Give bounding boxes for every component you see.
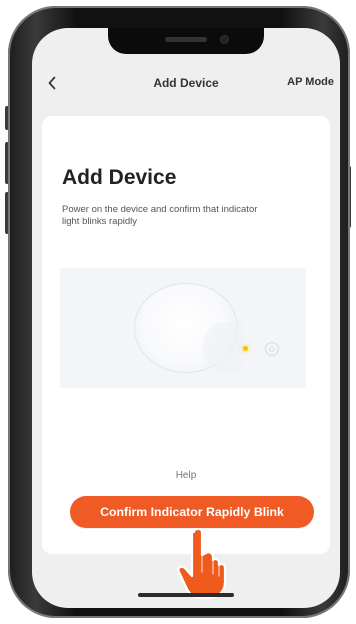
navigation-bar: Add Device AP Mode	[32, 72, 340, 94]
phone-notch	[108, 28, 264, 54]
card-title: Add Device	[62, 166, 177, 189]
camera-icon	[221, 36, 228, 43]
device-shadow	[203, 322, 243, 372]
smart-device-icon	[135, 284, 279, 372]
device-button-icon	[265, 342, 279, 356]
speaker-icon	[165, 37, 207, 42]
phone-screen: Add Device AP Mode Add Device Power on t…	[32, 28, 340, 608]
help-link[interactable]: Help	[42, 470, 330, 481]
indicator-light	[243, 346, 248, 351]
pointing-hand-icon	[177, 527, 226, 600]
phone-frame: Add Device AP Mode Add Device Power on t…	[8, 6, 350, 618]
home-indicator	[138, 593, 234, 597]
ap-mode-link[interactable]: AP Mode	[287, 76, 334, 88]
device-illustration	[60, 268, 306, 388]
confirm-indicator-button[interactable]: Confirm Indicator Rapidly Blink	[70, 496, 314, 528]
phone-mockup-page: Add Device AP Mode Add Device Power on t…	[0, 0, 356, 624]
instruction-text: Power on the device and confirm that ind…	[62, 204, 258, 227]
add-device-card: Add Device Power on the device and confi…	[42, 116, 330, 600]
